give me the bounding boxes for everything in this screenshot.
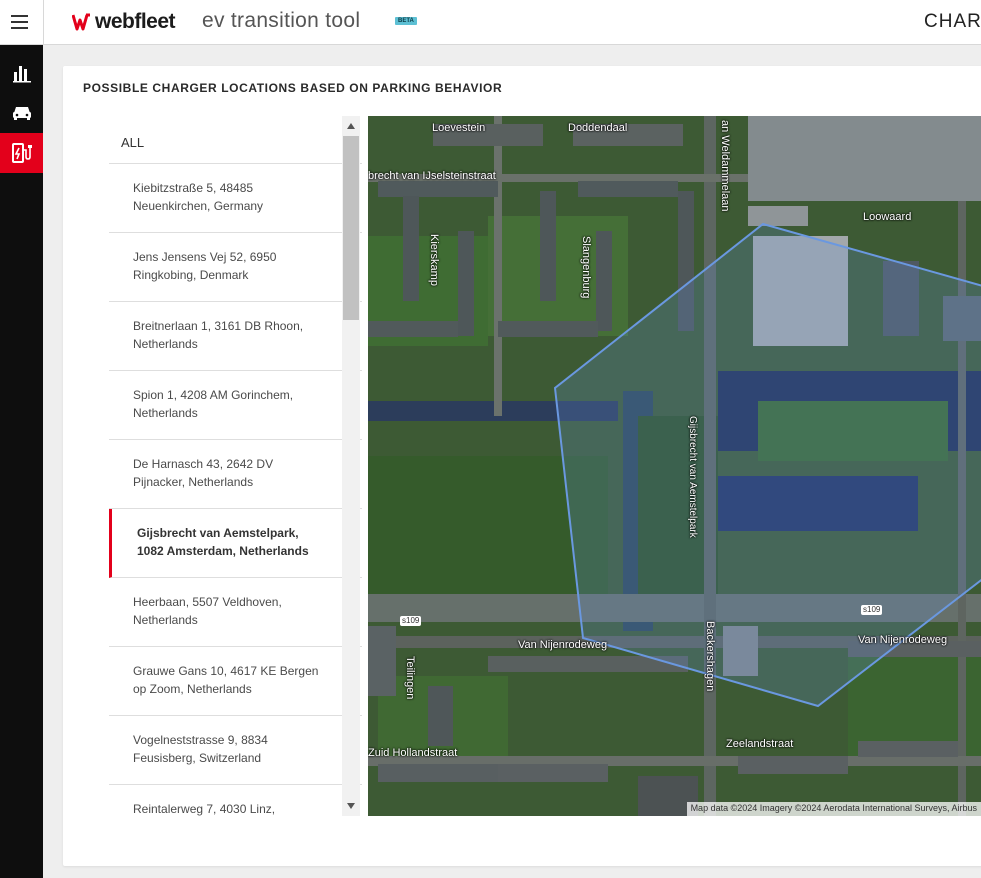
- location-address-line1: Heerbaan, 5507 Veldhoven,: [133, 595, 282, 609]
- page-heading: CHAR: [924, 11, 981, 32]
- card-title: POSSIBLE CHARGER LOCATIONS BASED ON PARK…: [83, 81, 503, 95]
- map-label-backershagen: Backershagen: [704, 621, 716, 692]
- location-item[interactable]: Grauwe Gans 10, 4617 KE Bergen op Zoom, N…: [109, 647, 362, 716]
- map-label-nijenrodeweg-right: Van Nijenrodeweg: [858, 634, 948, 646]
- beta-badge: BETA: [395, 17, 417, 25]
- menu-icon[interactable]: [0, 0, 44, 45]
- location-item-all[interactable]: ALL: [109, 116, 362, 164]
- location-address-line1: Kiebitzstraße 5, 48485: [133, 181, 254, 195]
- charger-locations-card: POSSIBLE CHARGER LOCATIONS BASED ON PARK…: [63, 66, 981, 866]
- location-address-line1: Reintalerweg 7, 4030 Linz,: [133, 802, 276, 816]
- map-label-loevestein: Loevestein: [432, 122, 486, 134]
- list-scrollbar[interactable]: [342, 116, 360, 816]
- scrollbar-thumb[interactable]: [343, 136, 359, 320]
- location-address-line2: Netherlands: [133, 337, 198, 351]
- location-address-line2: Pijnacker, Netherlands: [133, 475, 254, 489]
- map-attribution: Map data ©2024 Imagery ©2024 Aerodata In…: [686, 802, 981, 816]
- app-title: ev transition tool: [202, 9, 361, 32]
- location-address-line2: Neuenkirchen, Germany: [133, 199, 264, 213]
- map-label-zeelandstraat: Zeelandstraat: [726, 738, 794, 750]
- map-label-doddendaal: Doddendaal: [568, 122, 628, 134]
- map-label-weldammelaan: an Weldammelaan: [719, 120, 731, 212]
- location-address-line2: 1082 Amsterdam, Netherlands: [137, 544, 309, 558]
- bar-chart-icon: [12, 66, 31, 83]
- location-address-line1: De Harnasch 43, 2642 DV: [133, 457, 274, 471]
- location-address-line2: Ringkobing, Denmark: [133, 268, 249, 282]
- map-label-loowaard: Loowaard: [863, 211, 912, 223]
- location-item[interactable]: Spion 1, 4208 AM Gorinchem, Netherlands: [109, 371, 362, 440]
- location-address-line2: Feusisberg, Switzerland: [133, 751, 262, 765]
- map-label-teilingen: Teilingen: [404, 656, 416, 700]
- location-item[interactable]: Vogelneststrasse 9, 8834 Feusisberg, Swit…: [109, 716, 362, 785]
- location-address-line1: Vogelneststrasse 9, 8834: [133, 733, 268, 747]
- scroll-up-icon[interactable]: [347, 123, 355, 129]
- location-item[interactable]: Reintalerweg 7, 4030 Linz,: [109, 785, 362, 816]
- map-label-nijenrodeweg-left: Van Nijenrodeweg: [518, 639, 608, 651]
- car-icon: [12, 107, 31, 120]
- ev-charger-icon: [11, 143, 32, 163]
- brand-name: webfleet: [95, 10, 176, 33]
- location-address-line2: op Zoom, Netherlands: [133, 682, 252, 696]
- map-label-aemstelpark: Gijsbrecht van Aemstelpark: [687, 416, 698, 538]
- location-address-line1: Breitnerlaan 1, 3161 DB Rhoon,: [133, 319, 304, 333]
- nav-item-dashboard[interactable]: [0, 53, 43, 93]
- map-label-zuid-hollandstraat: Zuid Hollandstraat: [368, 747, 458, 759]
- satellite-map[interactable]: Loevestein Doddendaal an Weldammelaan br…: [368, 116, 981, 816]
- location-address-line1: Grauwe Gans 10, 4617 KE Bergen: [133, 664, 319, 678]
- location-address-line1: Jens Jensens Vej 52, 6950: [133, 250, 277, 264]
- location-item[interactable]: Kiebitzstraße 5, 48485 Neuenkirchen, Germ…: [109, 164, 362, 233]
- map-label-ijselsteinstraat: brecht van IJselsteinstraat: [368, 170, 496, 182]
- webfleet-logo-icon: [72, 13, 90, 31]
- map-label-slangenburg: Slangenburg: [580, 236, 592, 299]
- location-item[interactable]: Heerbaan, 5507 Veldhoven, Netherlands: [109, 578, 362, 647]
- top-bar: webfleet ev transition tool BETA CHAR: [0, 0, 981, 45]
- location-address-line2: Netherlands: [133, 406, 198, 420]
- location-item[interactable]: Breitnerlaan 1, 3161 DB Rhoon, Netherland…: [109, 302, 362, 371]
- location-address-line2: Netherlands: [133, 613, 198, 627]
- road-shield-s109-left: s109: [400, 616, 422, 626]
- location-list: ALL Kiebitzstraße 5, 48485 Neuenkirchen, …: [109, 116, 362, 816]
- nav-item-charging[interactable]: [0, 133, 43, 173]
- location-item[interactable]: De Harnasch 43, 2642 DV Pijnacker, Nether…: [109, 440, 362, 509]
- webfleet-logo: webfleet: [72, 9, 176, 35]
- location-item[interactable]: Gijsbrecht van Aemstelpark, 1082 Amsterda…: [109, 509, 362, 578]
- nav-item-vehicles[interactable]: [0, 93, 43, 133]
- location-address-line1: Gijsbrecht van Aemstelpark,: [137, 526, 299, 540]
- road-shield-s109-right: s109: [861, 605, 883, 615]
- map-label-kierskamp: Kierskamp: [428, 234, 440, 286]
- location-item[interactable]: Jens Jensens Vej 52, 6950 Ringkobing, Den…: [109, 233, 362, 302]
- location-address-line1: Spion 1, 4208 AM Gorinchem,: [133, 388, 294, 402]
- left-nav: [0, 45, 43, 878]
- scroll-down-icon[interactable]: [347, 803, 355, 809]
